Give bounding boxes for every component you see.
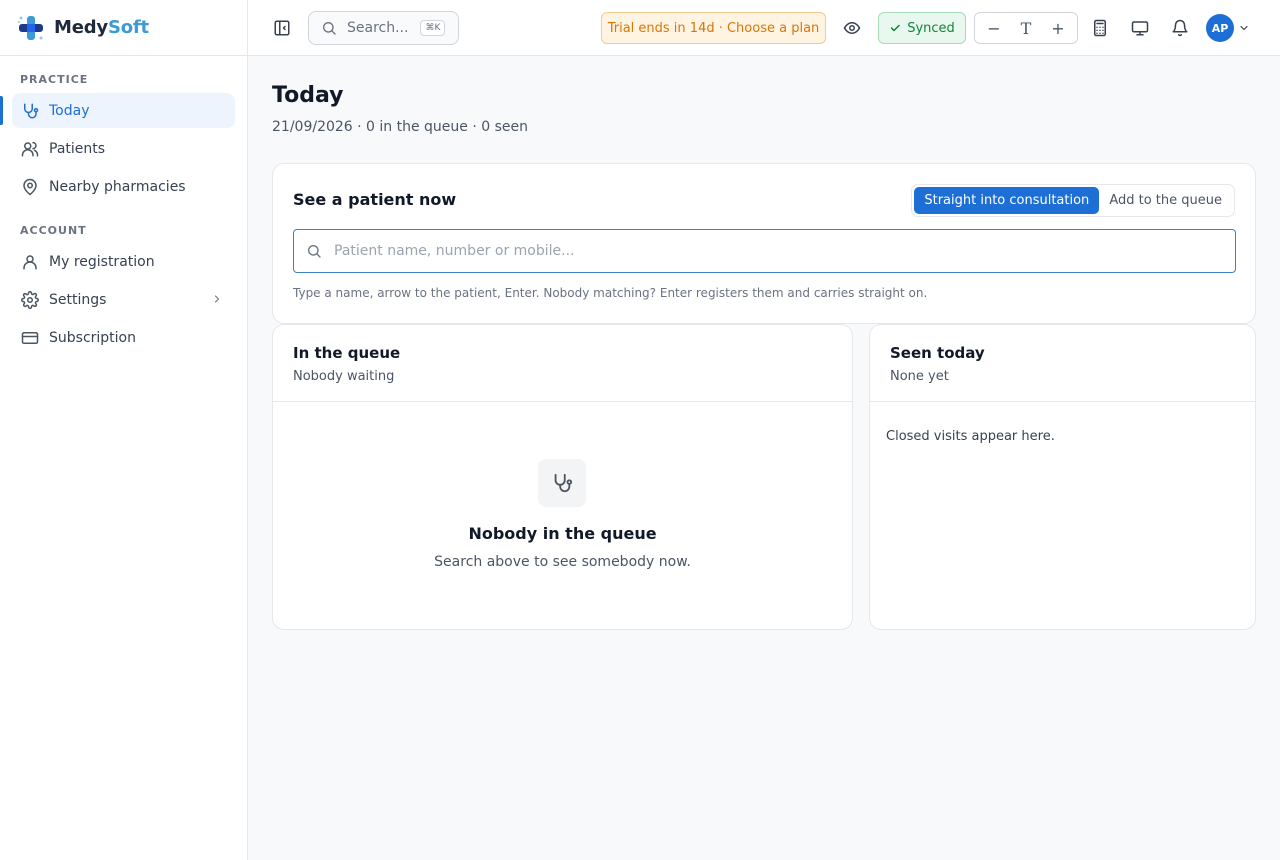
map-pin-icon	[21, 178, 39, 196]
top-bar: Search... ⌘K Trial ends in 14d · Choose …	[248, 0, 1280, 56]
see-patient-title: See a patient now	[293, 190, 457, 209]
queue-subtitle: Nobody waiting	[293, 369, 395, 384]
calculator-icon	[1094, 19, 1106, 37]
user-avatar[interactable]: AP	[1206, 14, 1234, 42]
queue-card-header: In the queue Nobody waiting	[273, 325, 852, 402]
sidebar-item-label: Settings	[49, 291, 107, 308]
sidebar-item-today[interactable]: Today	[0, 93, 235, 128]
page-subtitle: 21/09/2026 · 0 in the queue · 0 seen	[272, 119, 528, 135]
sidebar-item-my-registration[interactable]: My registration	[12, 244, 235, 279]
preview-button[interactable]	[837, 11, 867, 45]
users-icon	[21, 140, 39, 158]
sidebar-item-patients[interactable]: Patients	[12, 131, 235, 166]
monitor-icon	[1131, 21, 1149, 36]
chevron-down-icon	[1240, 25, 1248, 31]
patient-search-field	[293, 229, 1236, 273]
sidebar-toggle-icon	[274, 20, 290, 36]
sidebar-toggle-button[interactable]	[267, 11, 297, 45]
see-patient-card: See a patient now Straight into consulta…	[272, 163, 1256, 324]
queue-empty-title: Nobody in the queue	[468, 524, 657, 543]
sidebar-section-account: ACCOUNT	[20, 224, 87, 237]
seen-today-card-header: Seen today None yet	[870, 325, 1255, 402]
gear-icon	[21, 290, 39, 309]
patient-search-input[interactable]	[334, 243, 1214, 259]
increase-text-size-button[interactable]: +	[1047, 19, 1069, 38]
patient-search-hint: Type a name, arrow to the patient, Enter…	[293, 286, 928, 300]
queue-title: In the queue	[293, 344, 401, 362]
sidebar-section-practice: PRACTICE	[20, 73, 89, 86]
sync-status-badge[interactable]: Synced	[878, 12, 966, 44]
display-mode-button[interactable]	[1125, 11, 1155, 45]
sidebar-item-label: My registration	[49, 253, 155, 270]
global-search-button[interactable]: Search... ⌘K	[308, 11, 459, 45]
trial-banner-button[interactable]: Trial ends in 14d · Choose a plan	[601, 12, 826, 44]
stethoscope-icon	[538, 459, 586, 507]
seen-today-card: Seen today None yet Closed visits appear…	[869, 324, 1256, 630]
user-icon	[21, 253, 39, 271]
sidebar: MedySoft PRACTICE Today Patients Nearby …	[0, 0, 248, 860]
consultation-mode-toggle: Straight into consultation Add to the qu…	[911, 184, 1235, 217]
straight-into-consultation-option[interactable]: Straight into consultation	[914, 187, 1100, 214]
search-shortcut-badge: ⌘K	[420, 20, 446, 36]
sidebar-item-nearby-pharmacies[interactable]: Nearby pharmacies	[12, 169, 235, 204]
bell-icon	[1172, 19, 1188, 37]
add-to-queue-option[interactable]: Add to the queue	[1099, 187, 1232, 214]
decrease-text-size-button[interactable]: −	[983, 19, 1005, 38]
seen-today-title: Seen today	[890, 344, 985, 362]
sidebar-item-label: Subscription	[49, 329, 136, 346]
queue-empty-subtitle: Search above to see somebody now.	[434, 554, 691, 570]
sidebar-item-subscription[interactable]: Subscription	[12, 320, 235, 355]
global-search-placeholder: Search...	[347, 20, 409, 36]
credit-card-icon	[21, 329, 39, 347]
check-icon	[890, 24, 900, 32]
search-icon	[308, 245, 321, 258]
sidebar-item-settings[interactable]: Settings	[12, 282, 235, 317]
text-size-control: − T +	[974, 12, 1078, 44]
queue-card: In the queue Nobody waiting Nobody in th…	[272, 324, 853, 630]
medysoft-logo-icon	[18, 15, 43, 40]
seen-today-empty-note: Closed visits appear here.	[886, 429, 1055, 444]
text-size-icon[interactable]: T	[1015, 19, 1037, 38]
seen-today-subtitle: None yet	[890, 369, 949, 384]
search-icon	[323, 22, 336, 35]
brand[interactable]: MedySoft	[0, 0, 247, 56]
calculator-button[interactable]	[1085, 11, 1115, 45]
sync-status-text: Synced	[907, 20, 955, 36]
brand-name: MedySoft	[54, 17, 149, 38]
page-title: Today	[272, 83, 344, 108]
sidebar-item-label: Today	[49, 102, 90, 119]
sidebar-item-label: Nearby pharmacies	[49, 178, 186, 195]
stethoscope-icon	[21, 102, 39, 120]
eye-icon	[843, 22, 861, 34]
account-menu-button[interactable]	[1234, 11, 1254, 45]
notifications-button[interactable]	[1165, 11, 1195, 45]
sidebar-item-label: Patients	[49, 140, 106, 157]
chevron-right-icon	[211, 292, 223, 310]
